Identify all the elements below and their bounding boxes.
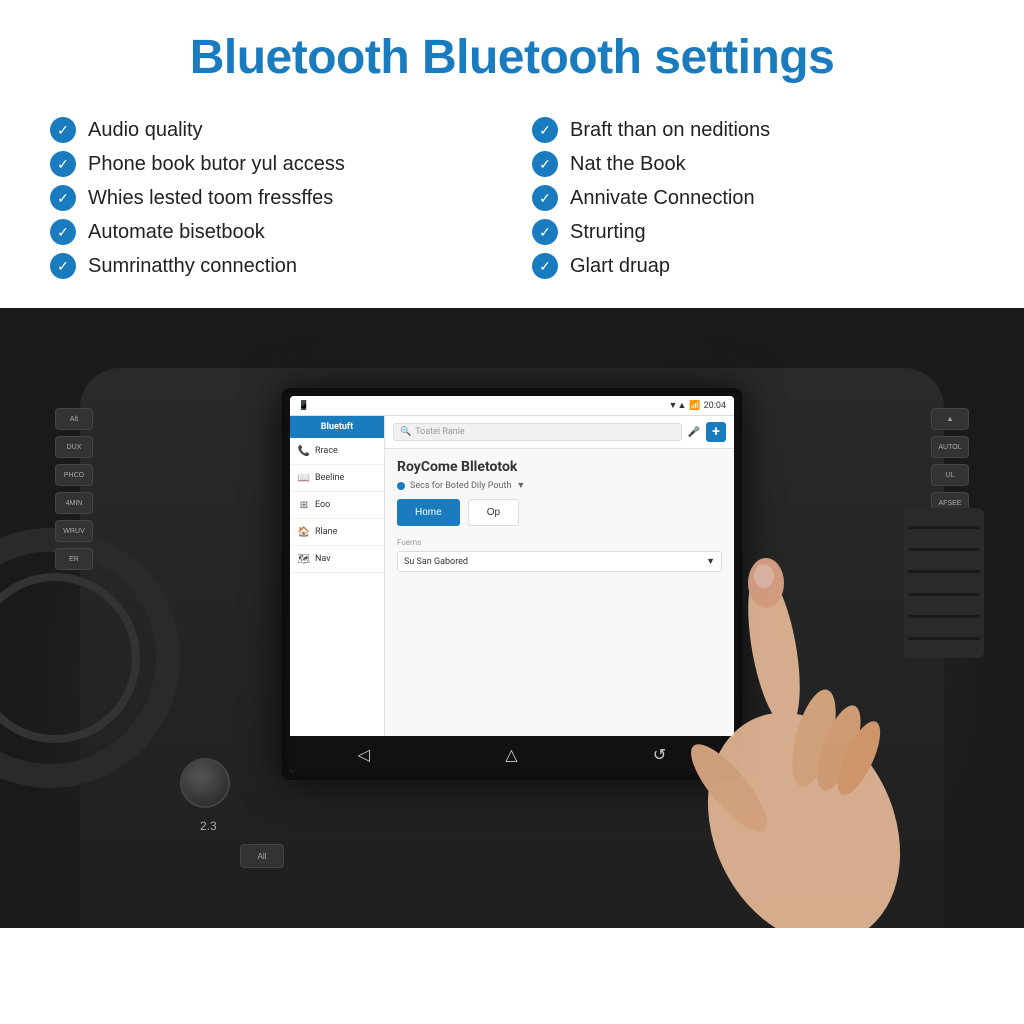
- feature-item-2: ✓ Phone book butor yul access: [50, 147, 492, 181]
- check-icon-6: ✓: [532, 117, 558, 143]
- btn-dux[interactable]: DUX: [55, 436, 93, 458]
- btn-phco[interactable]: PHCO: [55, 464, 93, 486]
- features-grid: ✓ Audio quality ✓ Phone book butor yul a…: [50, 113, 974, 283]
- feature-label-7: Nat the Book: [570, 153, 686, 176]
- home-button[interactable]: Home: [397, 499, 460, 526]
- version-text: 2.3: [200, 819, 217, 833]
- bottom-buttons-row: All: [240, 844, 284, 868]
- btn-wruv[interactable]: WRUV: [55, 520, 93, 542]
- search-icon: 🔍: [400, 427, 411, 437]
- check-icon-1: ✓: [50, 117, 76, 143]
- check-icon-9: ✓: [532, 219, 558, 245]
- sidebar-label-5: Nav: [315, 554, 331, 564]
- feature-item-5: ✓ Sumrinatthy connection: [50, 249, 492, 283]
- book-icon: 📖: [298, 472, 310, 484]
- feature-label-6: Braft than on neditions: [570, 119, 770, 142]
- check-icon-8: ✓: [532, 185, 558, 211]
- feature-item-6: ✓ Braft than on neditions: [532, 113, 974, 147]
- btn-bottom-1[interactable]: All: [240, 844, 284, 868]
- status-icons-right: ▼▲ 📶 20:04: [669, 400, 726, 411]
- sidebar-label-3: Eoo: [315, 500, 330, 510]
- btn-4min[interactable]: 4MIN: [55, 492, 93, 514]
- check-icon-4: ✓: [50, 219, 76, 245]
- feature-label-2: Phone book butor yul access: [88, 153, 345, 176]
- feature-item-4: ✓ Automate bisetbook: [50, 215, 492, 249]
- feature-label-5: Sumrinatthy connection: [88, 255, 297, 278]
- feature-item-10: ✓ Glart druap: [532, 249, 974, 283]
- left-controls: Alt DUX PHCO 4MIN WRUV ER: [55, 408, 93, 570]
- status-icons-left: 📱: [298, 401, 309, 411]
- dropdown-arrow: ▼: [516, 480, 525, 491]
- feature-label-3: Whies lested toom fressffes: [88, 187, 333, 210]
- check-icon-5: ✓: [50, 253, 76, 279]
- features-right: ✓ Braft than on neditions ✓ Nat the Book…: [532, 113, 974, 283]
- bottom-section: Alt DUX PHCO 4MIN WRUV ER 📱 ▼▲ 📶 20:04: [0, 308, 1024, 928]
- top-section: Bluetooth Bluetooth settings ✓ Audio qua…: [0, 0, 1024, 308]
- home-icon: 🏠: [298, 526, 310, 538]
- sidebar-label-4: Rlane: [315, 527, 337, 537]
- sidebar-item-beeline[interactable]: 📖 Beeline: [290, 465, 384, 492]
- feature-item-9: ✓ Strurting: [532, 215, 974, 249]
- sidebar-item-eoo[interactable]: ⊞ Eoo: [290, 492, 384, 519]
- nav-icon: 🗺: [298, 553, 310, 565]
- phone-icon: 📞: [298, 445, 310, 457]
- check-icon-2: ✓: [50, 151, 76, 177]
- feature-item-7: ✓ Nat the Book: [532, 147, 974, 181]
- sidebar-label-2: Beeline: [315, 473, 344, 483]
- sidebar-header: Bluetuft: [290, 416, 384, 438]
- hand-svg: [604, 428, 944, 928]
- sidebar-item-rrace[interactable]: 📞 Rrace: [290, 438, 384, 465]
- signal-icon: 📶: [689, 401, 700, 411]
- sidebar-label-1: Rrace: [315, 446, 338, 456]
- subtitle-text: Secs for Boted Dily Pouth: [410, 481, 511, 491]
- btn-er[interactable]: ER: [55, 548, 93, 570]
- feature-label-1: Audio quality: [88, 119, 203, 142]
- btn-alt[interactable]: Alt: [55, 408, 93, 430]
- features-left: ✓ Audio quality ✓ Phone book butor yul a…: [50, 113, 492, 283]
- search-placeholder: Toatei Ranie: [415, 427, 464, 437]
- feature-label-8: Annivate Connection: [570, 187, 755, 210]
- feature-label-4: Automate bisetbook: [88, 221, 265, 244]
- notification-icon: 📱: [298, 401, 309, 411]
- status-dot: [397, 482, 405, 490]
- feature-item-1: ✓ Audio quality: [50, 113, 492, 147]
- op-button[interactable]: Op: [468, 499, 519, 526]
- page-title: Bluetooth Bluetooth settings: [50, 30, 974, 85]
- home-nav-icon[interactable]: △: [505, 745, 517, 764]
- check-icon-7: ✓: [532, 151, 558, 177]
- check-icon-10: ✓: [532, 253, 558, 279]
- dropdown-value: Su San Gabored: [404, 557, 468, 567]
- sidebar-item-nav[interactable]: 🗺 Nav: [290, 546, 384, 573]
- wifi-icon: ▼▲: [669, 400, 687, 411]
- feature-label-9: Strurting: [570, 221, 646, 244]
- feature-label-10: Glart druap: [570, 255, 670, 278]
- feature-item-3: ✓ Whies lested toom fressffes: [50, 181, 492, 215]
- volume-knob[interactable]: [180, 758, 230, 808]
- sidebar: Bluetuft 📞 Rrace 📖 Beeline ⊞ Eoo 🏠: [290, 416, 385, 736]
- status-bar: 📱 ▼▲ 📶 20:04: [290, 396, 734, 416]
- grid-icon: ⊞: [298, 499, 310, 511]
- feature-item-8: ✓ Annivate Connection: [532, 181, 974, 215]
- time-display: 20:04: [704, 401, 726, 411]
- check-icon-3: ✓: [50, 185, 76, 211]
- back-icon[interactable]: ◁: [358, 745, 370, 764]
- btn-eject[interactable]: ▲: [931, 408, 969, 430]
- sidebar-item-rlane[interactable]: 🏠 Rlane: [290, 519, 384, 546]
